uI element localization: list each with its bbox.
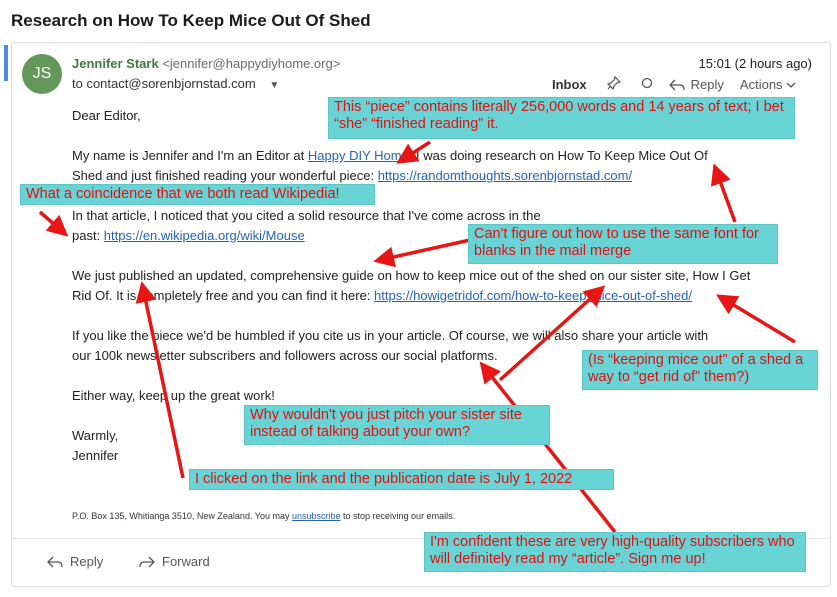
sender-line: Jennifer Stark <jennifer@happydiyhome.or… xyxy=(72,56,340,71)
footer-forward-label: Forward xyxy=(162,554,210,569)
randomthoughts-link[interactable]: https://randomthoughts.sorenbjornstad.co… xyxy=(378,168,632,183)
paragraph-1-line-1: My name is Jennifer and I'm an Editor at… xyxy=(72,148,708,163)
message-time: 15:01 (2 hours ago) xyxy=(698,56,812,71)
email-footer: P.O. Box 135, Whitianga 3510, New Zealan… xyxy=(72,511,456,521)
chevron-down-icon xyxy=(786,82,796,88)
wikipedia-mouse-link[interactable]: https://en.wikipedia.org/wiki/Mouse xyxy=(104,228,305,243)
greeting: Dear Editor, xyxy=(72,108,141,123)
howigetridof-link[interactable]: https://howigetridof.com/how-to-keep-mic… xyxy=(374,288,692,303)
footer-reply-label: Reply xyxy=(70,554,104,569)
annotation-callout: Why wouldn't you just pitch your sister … xyxy=(244,405,550,445)
annotation-callout: This “piece” contains literally 256,000 … xyxy=(328,97,795,139)
paragraph-3-line-1: We just published an updated, comprehens… xyxy=(72,268,751,283)
sender-name[interactable]: Jennifer Stark xyxy=(72,56,159,71)
paragraph-4-line-1: If you like the piece we'd be humbled if… xyxy=(72,328,709,343)
paragraph-1-line-2: Shed and just finished reading your wond… xyxy=(72,168,633,183)
status-circle-icon[interactable] xyxy=(641,77,653,92)
paragraph-2-line-2: past: https://en.wikipedia.org/wiki/Mous… xyxy=(72,228,305,243)
signoff: Warmly, xyxy=(72,428,119,443)
footer-reply-button[interactable]: Reply xyxy=(47,554,103,569)
inbox-label[interactable]: Inbox xyxy=(552,77,587,92)
forward-icon xyxy=(139,556,155,567)
signature: Jennifer xyxy=(72,448,119,463)
recipient: to contact@sorenbjornstad.com xyxy=(72,76,256,91)
paragraph-4-line-2: our 100k newsletter subscribers and foll… xyxy=(72,348,498,363)
annotation-callout: (Is “keeping mice out” of a shed a way t… xyxy=(582,350,818,390)
annotation-callout: Can't figure out how to use the same fon… xyxy=(468,224,778,264)
reply-button[interactable]: Reply xyxy=(668,77,724,92)
reply-label: Reply xyxy=(690,77,724,92)
selected-accent-bar xyxy=(4,45,8,81)
pin-icon[interactable] xyxy=(606,75,621,93)
paragraph-3-line-2: Rid Of. It is completely free and you ca… xyxy=(72,288,692,303)
annotation-callout: What a coincidence that we both read Wik… xyxy=(20,184,375,205)
footer-forward-button[interactable]: Forward xyxy=(139,554,210,569)
reply-icon xyxy=(47,556,63,567)
message-toolbar: Inbox Reply Actions xyxy=(552,75,796,93)
annotation-callout: I clicked on the link and the publicatio… xyxy=(189,469,614,490)
email-subject: Research on How To Keep Mice Out Of Shed xyxy=(11,11,371,30)
chevron-down-icon[interactable]: ▼ xyxy=(269,80,279,91)
sender-email: <jennifer@happydiyhome.org> xyxy=(162,56,341,71)
recipient-line[interactable]: to contact@sorenbjornstad.com ▼ xyxy=(72,76,279,91)
annotation-callout: I'm confident these are very high-qualit… xyxy=(424,532,806,572)
avatar: JS xyxy=(22,54,62,94)
actions-label: Actions xyxy=(739,77,783,92)
happy-diy-home-link[interactable]: Happy DIY Home xyxy=(308,148,409,163)
actions-menu[interactable]: Actions xyxy=(740,77,796,92)
paragraph-2-line-1: In that article, I noticed that you cite… xyxy=(72,208,541,223)
paragraph-5: Either way, keep up the great work! xyxy=(72,388,275,403)
reply-icon xyxy=(668,79,685,90)
unsubscribe-link[interactable]: unsubscribe xyxy=(292,511,341,521)
